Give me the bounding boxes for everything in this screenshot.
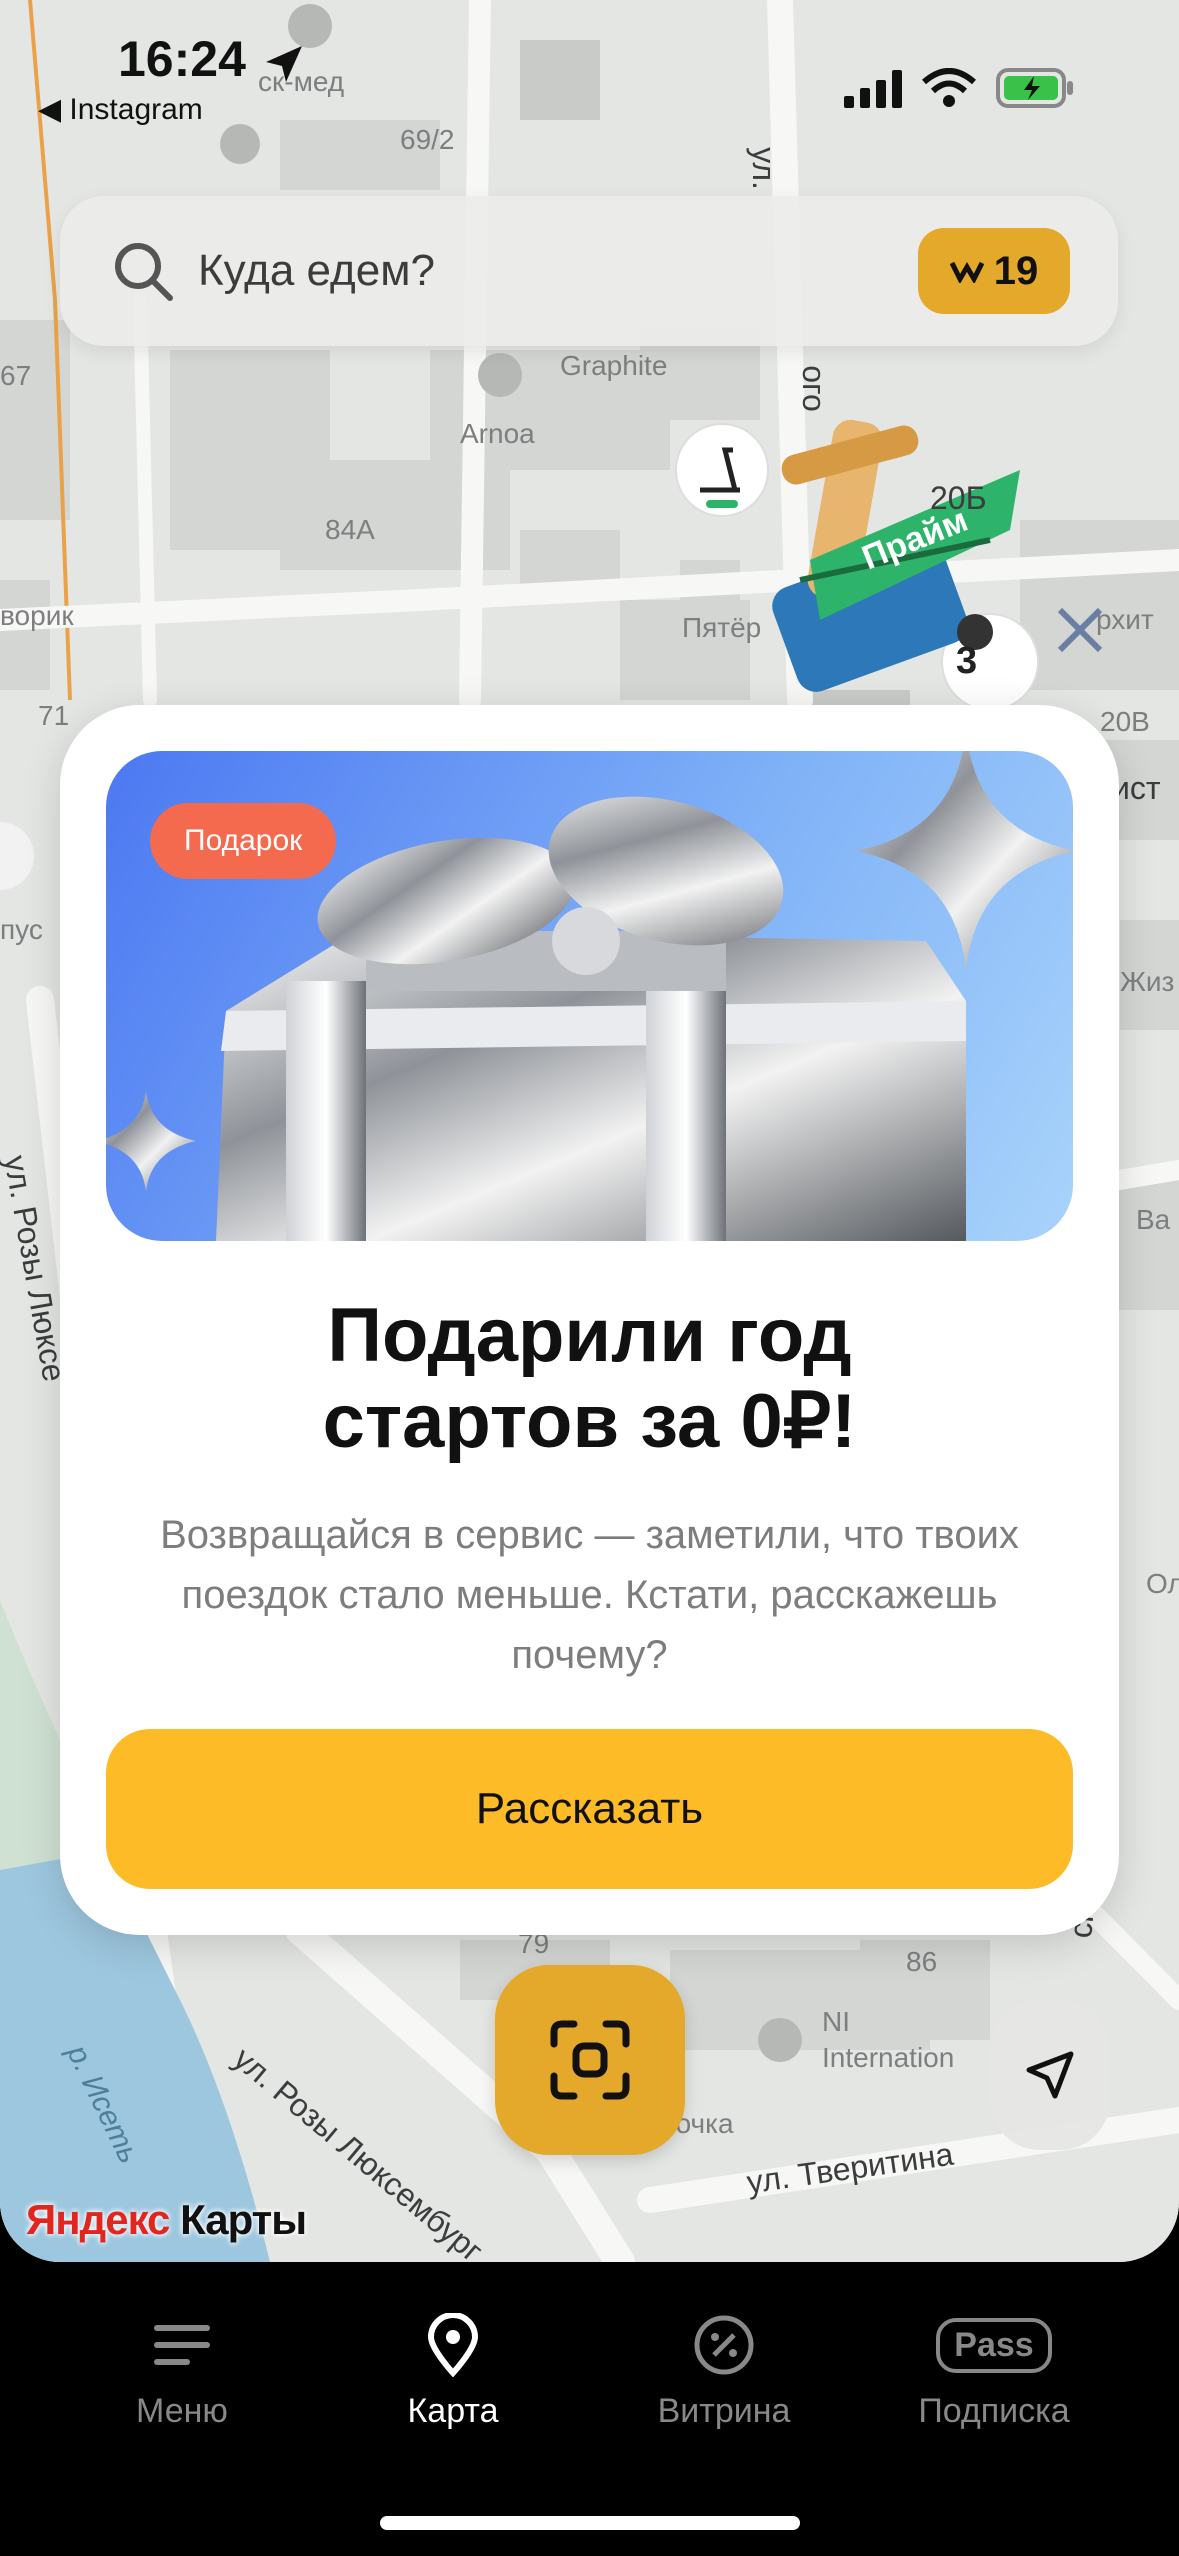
map-label: пус (0, 914, 43, 945)
scooter-pin-icon (675, 423, 769, 517)
wifi-icon (922, 68, 976, 107)
navigation-arrow-icon (1026, 2051, 1074, 2099)
map-label: ворик (0, 600, 74, 631)
promo-banner-image: Подарок (106, 751, 1073, 1241)
battery-charging-icon (996, 68, 1073, 108)
brand-first: Яндекс (26, 2196, 170, 2243)
gift-pill-badge: Подарок (150, 803, 337, 879)
map-street-label: ул. (745, 147, 782, 190)
tab-subscription[interactable]: Pass Подписка (884, 2302, 1104, 2431)
scan-icon (550, 2020, 630, 2100)
back-to-app-link[interactable]: ◀ Instagram (38, 92, 203, 127)
map-street-label: ого (795, 365, 832, 412)
map-label: Graphite (560, 350, 668, 381)
pass-icon: Pass (936, 2317, 1052, 2373)
search-icon (115, 243, 173, 301)
promo-subtitle: Возвращайся в сервис — заметили, что тво… (160, 1513, 1019, 1677)
menu-icon (154, 2325, 210, 2365)
map-label: Жиз (1120, 966, 1175, 997)
map-label: рхит (1096, 604, 1154, 635)
map-label: Internation (822, 2042, 955, 2073)
map-label: 71 (38, 700, 70, 731)
search-placeholder: Куда едем? (198, 246, 435, 295)
app-screen: ск-мед 69/2 ул. Graphite Arnoa 84A ворик… (0, 0, 1179, 2556)
tab-label: Подписка (918, 2392, 1070, 2430)
map-label: Ол (1146, 1568, 1179, 1599)
whoosh-logo-icon (949, 261, 984, 283)
promo-modal: Подарок Подарили год стартов за 0₽! Возв… (60, 705, 1119, 1935)
map-label: Пятёр (682, 612, 762, 643)
map-label: 67 (0, 360, 32, 391)
my-location-button[interactable] (990, 2000, 1110, 2150)
tab-showcase[interactable]: Витрина (614, 2302, 834, 2431)
map-label: NI (822, 2006, 850, 2037)
status-time: 16:24 (118, 31, 246, 87)
promo-title: Подарили год стартов за 0₽! (60, 1293, 1119, 1465)
promo-title-line2: стартов за 0₽! (322, 1379, 857, 1464)
tell-button[interactable]: Рассказать (106, 1729, 1073, 1889)
tab-label: Меню (136, 2392, 228, 2430)
yandex-maps-logo: Яндекс Карты (26, 2196, 307, 2244)
badge-count: 19 (993, 248, 1039, 293)
map-label: 86 (906, 1946, 938, 1977)
map-label: 84A (325, 514, 375, 545)
discount-icon (694, 2315, 754, 2375)
home-indicator[interactable] (380, 2516, 800, 2530)
tab-menu[interactable]: Меню (72, 2302, 292, 2431)
map-street-label: ист (1112, 770, 1161, 806)
map-label: 69/2 (400, 124, 455, 155)
tab-map[interactable]: Карта (343, 2302, 563, 2431)
wallet-balance-badge[interactable]: 19 (918, 228, 1070, 314)
brand-second: Карты (169, 2196, 307, 2243)
location-arrow-icon (266, 46, 302, 82)
tab-label: Карта (407, 2392, 499, 2430)
scooter-cluster-count: 3 (956, 640, 978, 682)
tab-label: Витрина (657, 2392, 791, 2430)
promo-title-line1: Подарили год (327, 1293, 852, 1378)
map-label: Arnoa (460, 418, 535, 449)
cellular-signal-icon (844, 70, 902, 108)
map-label: Ва (1136, 1204, 1171, 1235)
scan-qr-button[interactable] (495, 1965, 685, 2155)
bottom-tab-bar: Меню Карта Витрина Pass Подписка (0, 2262, 1179, 2556)
map-label: 20В (1100, 706, 1150, 737)
map-pin-icon (427, 2313, 479, 2377)
search-bar[interactable]: Куда едем? 19 (60, 196, 1118, 346)
status-bar: 16:24 ◀ Instagram (0, 0, 1179, 126)
